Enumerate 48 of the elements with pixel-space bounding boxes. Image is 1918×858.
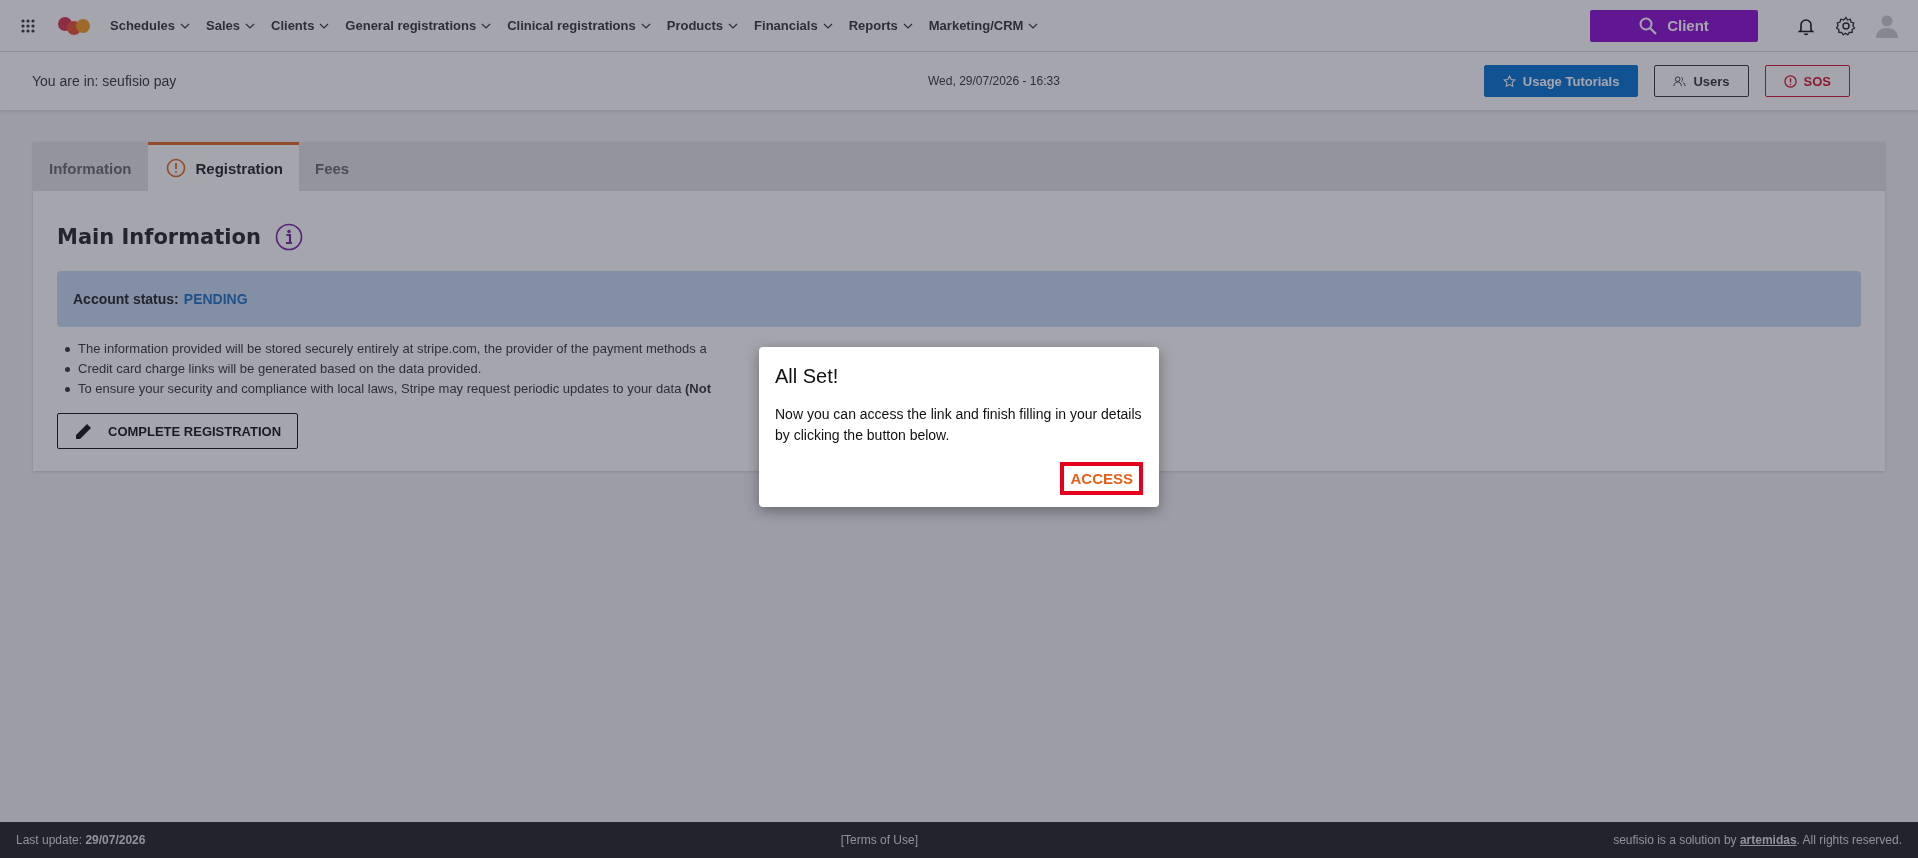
client-search-button[interactable]: Client <box>1590 9 1758 42</box>
access-button[interactable]: ACCESS <box>1060 462 1143 495</box>
tab[interactable]: Information <box>33 142 148 191</box>
settings-icon[interactable] <box>1836 15 1856 36</box>
nav-menu-item[interactable]: Marketing/CRM <box>928 18 1039 33</box>
chevron-down-icon <box>728 22 739 29</box>
nav-menu-item[interactable]: Clients <box>271 18 330 33</box>
chevron-down-icon <box>180 22 191 29</box>
apps-grid-icon[interactable] <box>20 17 36 34</box>
terms-link[interactable]: [Terms of Use] <box>840 833 918 847</box>
sos-button[interactable]: SOS <box>1764 65 1850 97</box>
users-icon <box>1673 74 1687 88</box>
chevron-down-icon <box>902 22 913 29</box>
nav-menu-item[interactable]: Clinical registrations <box>507 18 651 33</box>
chevron-down-icon <box>319 22 330 29</box>
tutorials-button[interactable]: Usage Tutorials <box>1483 65 1639 97</box>
users-button[interactable]: Users <box>1654 65 1749 97</box>
info-icon[interactable] <box>274 223 303 251</box>
nav-menu-item[interactable]: Financials <box>754 18 833 33</box>
credit-text: seufisio is a solution by <box>1613 833 1737 847</box>
nav-menu-item[interactable]: Sales <box>206 18 255 33</box>
nav-menu-item[interactable]: Reports <box>848 18 913 33</box>
chevron-down-icon <box>481 22 492 29</box>
dialog-message: Now you can access the link and finish filling in your details by clicking the button below. <box>775 405 1143 445</box>
chevron-down-icon <box>1028 22 1039 29</box>
pencil-icon <box>74 421 94 441</box>
chevron-down-icon <box>822 22 833 29</box>
info-bullet: The information provided will be stored securely entirely at stripe.com, the provider of the payment methods a <box>65 339 1861 359</box>
alert-icon <box>1783 74 1797 88</box>
search-icon <box>1639 16 1658 35</box>
star-icon <box>1502 74 1516 88</box>
status-value: PENDING <box>183 291 248 307</box>
company-link[interactable]: artemidas <box>1739 833 1797 847</box>
status-label: Account status: <box>73 291 179 307</box>
chevron-down-icon <box>245 22 255 29</box>
section-title: Main Information <box>57 225 261 249</box>
chevron-down-icon <box>640 22 651 29</box>
date-time-text: Wed, 29/07/2026 - 16:33 <box>928 74 1060 88</box>
last-update-text: Last update: 29/07/2026 <box>16 833 146 847</box>
complete-registration-button[interactable]: COMPLETE REGISTRATION <box>57 413 299 449</box>
tab[interactable]: Registration <box>147 142 299 191</box>
rights-text: . All rights reserved. <box>1796 833 1902 847</box>
nav-menu-item[interactable]: Schedules <box>110 18 191 33</box>
nav-menu-item[interactable]: Products <box>666 18 739 33</box>
location-text: You are in: seufisio pay <box>32 73 178 89</box>
logo-icon[interactable] <box>56 14 92 37</box>
tab[interactable]: Fees <box>299 142 366 191</box>
nav-menu-item[interactable]: General registrations <box>345 18 492 33</box>
